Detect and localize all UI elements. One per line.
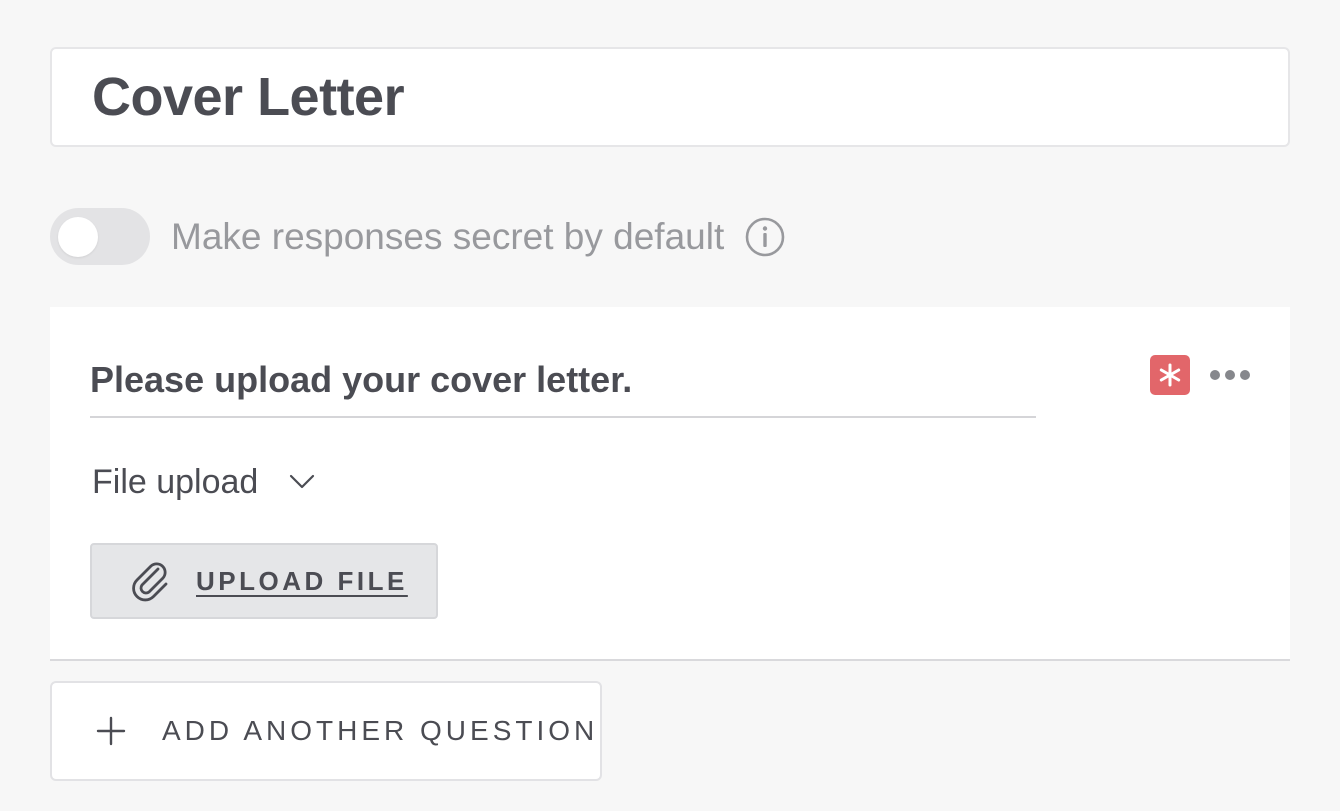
question-type-dropdown[interactable]: File upload xyxy=(92,460,316,504)
add-another-question-button[interactable]: ADD ANOTHER QUESTION xyxy=(50,681,602,781)
question-text-input[interactable]: Please upload your cover letter. xyxy=(90,359,1036,418)
question-type-label: File upload xyxy=(92,462,259,501)
plus-icon xyxy=(96,716,126,746)
add-another-question-label: ADD ANOTHER QUESTION xyxy=(162,715,599,746)
secret-responses-toggle[interactable] xyxy=(50,208,150,265)
page: Cover Letter Make responses secret by de… xyxy=(0,0,1340,811)
secret-responses-row: Make responses secret by default xyxy=(50,208,786,265)
question-card: Please upload your cover letter. File up… xyxy=(50,307,1290,661)
info-icon[interactable] xyxy=(744,216,786,258)
upload-file-button[interactable]: UPLOAD FILE xyxy=(90,543,438,619)
more-options-button[interactable] xyxy=(1208,363,1252,387)
form-title-field[interactable]: Cover Letter xyxy=(50,47,1290,147)
more-options-dot xyxy=(1225,370,1235,380)
paperclip-icon xyxy=(128,559,172,603)
required-toggle[interactable] xyxy=(1150,355,1190,395)
secret-responses-label: Make responses secret by default xyxy=(171,215,725,257)
more-options-icon xyxy=(1210,370,1220,380)
asterisk-icon xyxy=(1159,363,1181,387)
more-options-dot xyxy=(1240,370,1250,380)
toggle-knob xyxy=(58,217,98,257)
form-title-text: Cover Letter xyxy=(92,67,405,127)
upload-file-label: UPLOAD FILE xyxy=(196,565,408,596)
chevron-down-icon xyxy=(288,473,316,491)
